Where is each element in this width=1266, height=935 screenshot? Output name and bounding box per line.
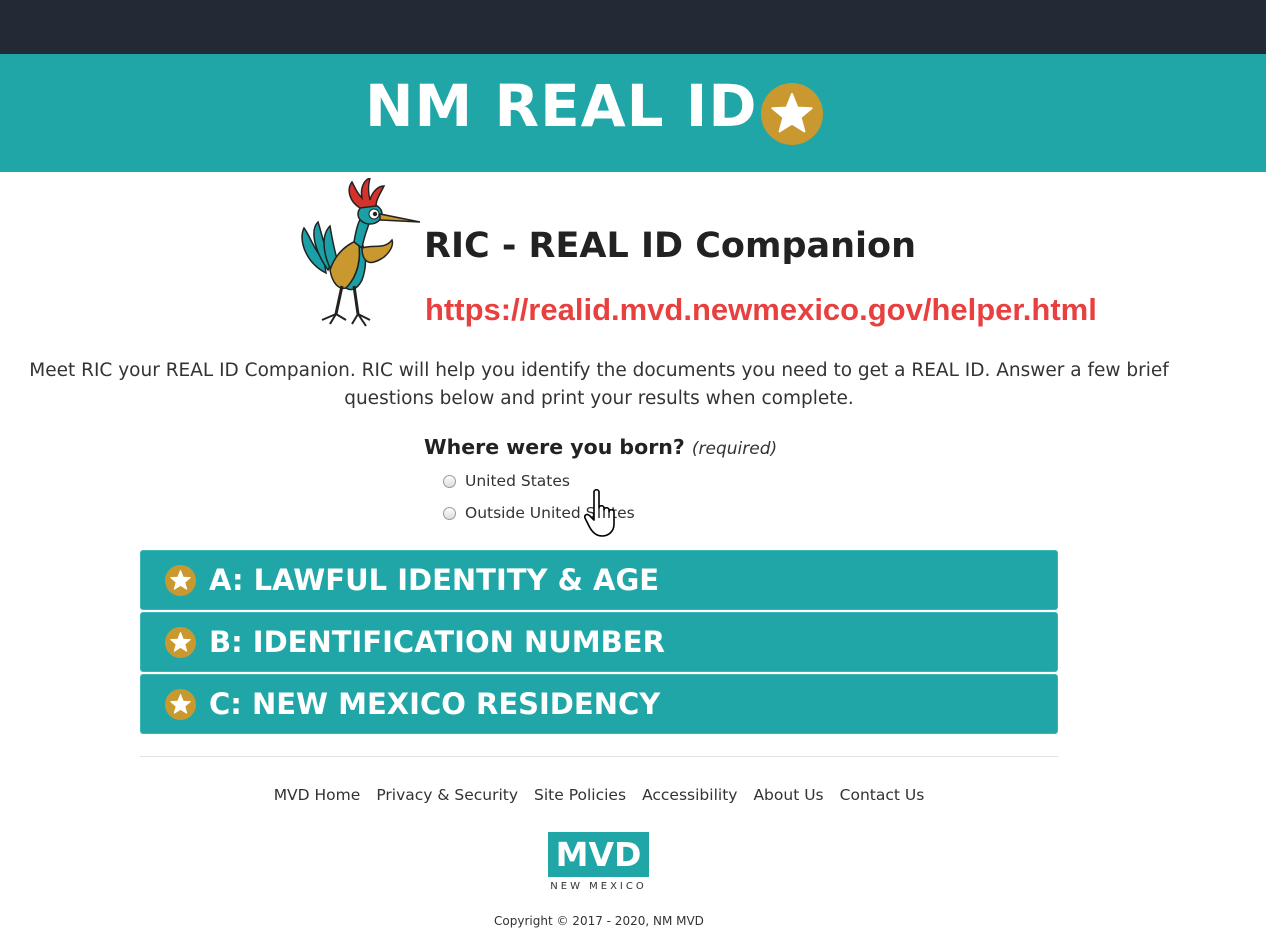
option-united-states[interactable]: United States xyxy=(443,470,570,492)
section-label: C: NEW MEXICO RESIDENCY xyxy=(209,687,661,721)
companion-url: https://realid.mvd.newmexico.gov/helper.… xyxy=(425,292,1097,327)
footer-link-contact-us[interactable]: Contact Us xyxy=(840,786,925,804)
section-label: A: LAWFUL IDENTITY & AGE xyxy=(209,563,660,597)
mvd-logo-mark: MVD xyxy=(548,832,649,877)
radio-united-states[interactable] xyxy=(443,474,456,488)
star-icon xyxy=(165,626,196,658)
footer-link-mvd-home[interactable]: MVD Home xyxy=(274,786,361,804)
page-title: NM REAL ID xyxy=(365,72,758,140)
required-note: (required) xyxy=(691,439,778,459)
header-banner: NM REAL ID xyxy=(0,54,1266,172)
birthplace-question: Where were you born? (required) xyxy=(424,435,777,459)
mvd-logo-subtitle: NEW MEXICO xyxy=(550,881,647,892)
star-icon xyxy=(165,564,196,596)
hand-cursor-icon xyxy=(584,488,615,537)
section-a-lawful-identity[interactable]: A: LAWFUL IDENTITY & AGE xyxy=(140,550,1058,610)
mvd-logo[interactable]: MVD NEW MEXICO xyxy=(548,832,650,896)
intro-text: Meet RIC your REAL ID Companion. RIC wil… xyxy=(29,360,1169,409)
companion-title: RIC - REAL ID Companion xyxy=(424,226,916,266)
footer-link-about-us[interactable]: About Us xyxy=(753,786,823,804)
star-icon xyxy=(165,688,196,720)
star-icon xyxy=(761,83,823,145)
footer-link-privacy-security[interactable]: Privacy & Security xyxy=(376,786,518,804)
footer-link-accessibility[interactable]: Accessibility xyxy=(642,786,737,804)
section-label: B: IDENTIFICATION NUMBER xyxy=(209,625,665,659)
question-label: Where were you born? xyxy=(424,435,685,459)
option-label: United States xyxy=(465,472,570,490)
footer-nav: MVD Home Privacy & Security Site Policie… xyxy=(0,786,1198,804)
copyright-text: Copyright © 2017 - 2020, NM MVD xyxy=(494,914,704,928)
footer-link-site-policies[interactable]: Site Policies xyxy=(534,786,626,804)
section-c-new-mexico-residency[interactable]: C: NEW MEXICO RESIDENCY xyxy=(140,674,1058,734)
radio-outside-united-states[interactable] xyxy=(443,506,456,520)
section-b-identification-number[interactable]: B: IDENTIFICATION NUMBER xyxy=(140,612,1058,672)
footer-divider xyxy=(140,756,1058,757)
top-nav-bar xyxy=(0,0,1266,54)
roadrunner-mascot xyxy=(301,178,421,327)
